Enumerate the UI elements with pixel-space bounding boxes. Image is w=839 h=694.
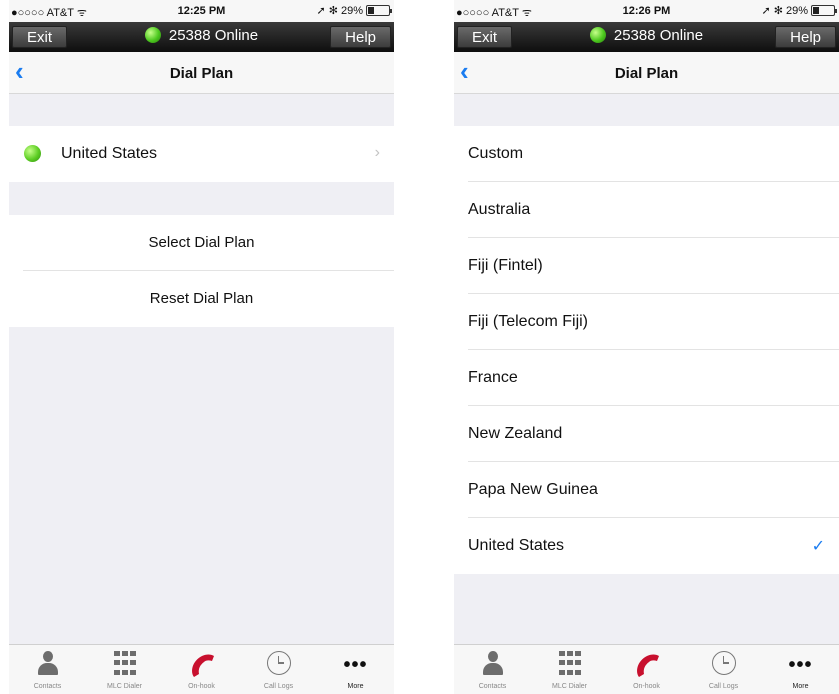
person-icon xyxy=(37,651,59,675)
tab-label: On-hook xyxy=(188,683,215,690)
dial-plan-option[interactable]: Fiji (Telecom Fiji) xyxy=(454,294,839,350)
online-indicator-icon xyxy=(589,27,606,43)
dial-plan-option[interactable]: France xyxy=(454,350,839,406)
tab-label: MLC Dialer xyxy=(551,683,587,690)
current-dial-plan-row[interactable]: United States › xyxy=(9,126,394,182)
battery-icon xyxy=(811,5,837,16)
tab-label: On-hook xyxy=(633,683,660,690)
tab-more[interactable]: ••• More xyxy=(317,645,394,694)
reset-dial-plan-button[interactable]: Reset Dial Plan xyxy=(9,271,394,327)
tab-label: Contacts xyxy=(478,683,507,690)
option-label: Fiji (Fintel) xyxy=(468,257,543,274)
tab-label: More xyxy=(792,683,809,690)
tab-label: Contacts xyxy=(33,683,62,690)
phone-screen-dial-plan: ●○○○○ AT&T ᯤ 12:25 PM ➚ ✻ 29% Exit 25388… xyxy=(9,0,394,694)
tab-mlc-dialer[interactable]: MLC Dialer xyxy=(86,645,163,694)
online-indicator-icon xyxy=(144,27,161,43)
nav-bar: ‹ Dial Plan xyxy=(9,52,394,94)
tab-label: Call Logs xyxy=(263,683,294,690)
select-dial-plan-label: Select Dial Plan xyxy=(148,234,255,251)
status-indicator-icon xyxy=(24,145,41,162)
tab-mlc-dialer[interactable]: MLC Dialer xyxy=(531,645,608,694)
checkmark-icon: ✓ xyxy=(811,538,825,555)
dial-plan-option[interactable]: New Zealand xyxy=(454,406,839,462)
dial-plan-option-selected[interactable]: United States ✓ xyxy=(454,518,839,574)
status-bar: ●○○○○ AT&T ᯤ 12:25 PM ➚ ✻ 29% xyxy=(9,0,394,22)
option-label: United States xyxy=(468,537,565,554)
person-icon xyxy=(482,651,504,675)
battery-status: ➚ ✻ 29% xyxy=(316,4,392,17)
tab-bar: Contacts MLC Dialer On-hook Call Logs ••… xyxy=(454,644,839,694)
help-button[interactable]: Help xyxy=(330,26,391,48)
clock-icon xyxy=(711,651,736,675)
tab-more[interactable]: ••• More xyxy=(762,645,839,694)
battery-percent: ➚ ✻ 29% xyxy=(316,5,363,17)
phone-handset-icon xyxy=(191,654,214,677)
option-label: Custom xyxy=(468,145,524,162)
option-label: France xyxy=(468,369,518,386)
clock-icon xyxy=(266,651,291,675)
option-label: Fiji (Telecom Fiji) xyxy=(468,313,588,330)
app-bar: Exit 25388 Online Help xyxy=(454,22,839,52)
status-bar: ●○○○○ AT&T ᯤ 12:26 PM ➚ ✻ 29% xyxy=(454,0,839,22)
dial-plan-option[interactable]: Australia xyxy=(454,182,839,238)
option-label: New Zealand xyxy=(468,425,563,442)
tab-contacts[interactable]: Contacts xyxy=(9,645,86,694)
online-status-text: 25388 Online xyxy=(613,27,704,44)
battery-status: ➚ ✻ 29% xyxy=(761,4,837,17)
tab-on-hook[interactable]: On-hook xyxy=(608,645,685,694)
tab-label: More xyxy=(347,683,364,690)
phone-handset-icon xyxy=(636,654,659,677)
tab-on-hook[interactable]: On-hook xyxy=(163,645,240,694)
tab-call-logs[interactable]: Call Logs xyxy=(240,645,317,694)
current-dial-plan-label: United States xyxy=(61,145,158,162)
help-button[interactable]: Help xyxy=(775,26,836,48)
more-dots-icon: ••• xyxy=(788,654,813,676)
tab-label: Call Logs xyxy=(708,683,739,690)
more-dots-icon: ••• xyxy=(343,654,368,676)
dial-plan-option[interactable]: Papa New Guinea xyxy=(454,462,839,518)
app-bar: Exit 25388 Online Help xyxy=(9,22,394,52)
dial-plan-option[interactable]: Fiji (Fintel) xyxy=(454,238,839,294)
chevron-right-icon: › xyxy=(374,144,380,161)
page-title: Dial Plan xyxy=(169,65,234,82)
keypad-icon xyxy=(558,651,581,677)
tab-bar: Contacts MLC Dialer On-hook Call Logs ••… xyxy=(9,644,394,694)
battery-percent: ➚ ✻ 29% xyxy=(761,5,808,17)
keypad-icon xyxy=(113,651,136,677)
option-label: Australia xyxy=(468,201,531,218)
nav-bar: ‹ Dial Plan xyxy=(454,52,839,94)
page-title: Dial Plan xyxy=(614,65,679,82)
phone-screen-dial-plan-list: ●○○○○ AT&T ᯤ 12:26 PM ➚ ✻ 29% Exit 25388… xyxy=(454,0,839,694)
tab-contacts[interactable]: Contacts xyxy=(454,645,531,694)
dial-plan-option[interactable]: Custom xyxy=(454,126,839,182)
reset-dial-plan-label: Reset Dial Plan xyxy=(149,290,254,307)
battery-icon xyxy=(366,5,392,16)
online-status-text: 25388 Online xyxy=(168,27,259,44)
tab-label: MLC Dialer xyxy=(106,683,142,690)
select-dial-plan-button[interactable]: Select Dial Plan xyxy=(9,215,394,271)
option-label: Papa New Guinea xyxy=(468,481,598,498)
tab-call-logs[interactable]: Call Logs xyxy=(685,645,762,694)
